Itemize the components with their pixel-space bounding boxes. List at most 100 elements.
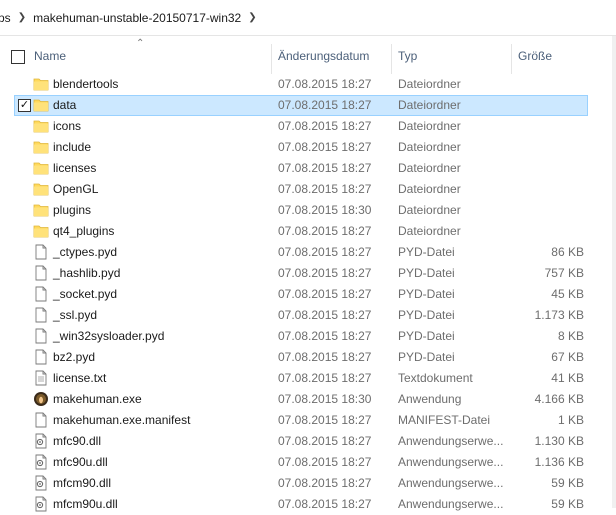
- file-name[interactable]: makehuman.exe: [53, 389, 142, 410]
- file-row[interactable]: include 07.08.2015 18:27 Dateiordner: [0, 137, 616, 158]
- file-icon: [33, 307, 49, 323]
- file-name[interactable]: OpenGL: [53, 179, 98, 200]
- column-header-row: ⌃ Name Änderungsdatum Typ Größe: [0, 36, 616, 74]
- select-all-checkbox[interactable]: [11, 50, 25, 64]
- vertical-scrollbar[interactable]: [612, 36, 616, 508]
- dll-file-icon: [33, 433, 49, 449]
- file-row[interactable]: _ssl.pyd 07.08.2015 18:27 PYD-Datei 1.173 K…: [0, 305, 616, 326]
- file-name[interactable]: qt4_plugins: [53, 221, 114, 242]
- file-size: 59 KB: [551, 476, 584, 490]
- file-row[interactable]: _win32sysloader.pyd 07.08.2015 18:27 PYD-D…: [0, 326, 616, 347]
- file-row[interactable]: license.txt 07.08.2015 18:27 Textdokument 4…: [0, 368, 616, 389]
- breadcrumb-current[interactable]: makehuman-unstable-20150717-win32: [33, 11, 241, 25]
- file-name[interactable]: blendertools: [53, 74, 118, 95]
- file-row[interactable]: makehuman.exe.manifest 07.08.2015 18:27 MA…: [0, 410, 616, 431]
- file-type: Dateiordner: [398, 98, 461, 112]
- file-date: 07.08.2015 18:27: [278, 371, 372, 385]
- file-type: Anwendungserwe...: [398, 455, 504, 469]
- file-row[interactable]: mfcm90.dll 07.08.2015 18:27 Anwendungserwe…: [0, 473, 616, 494]
- file-date: 07.08.2015 18:27: [278, 98, 372, 112]
- chevron-right-icon[interactable]: ❯: [18, 12, 26, 23]
- file-date: 07.08.2015 18:27: [278, 434, 372, 448]
- file-size: 59 KB: [551, 497, 584, 511]
- file-date: 07.08.2015 18:27: [278, 497, 372, 511]
- file-row-selected[interactable]: ✓ data 07.08.2015 18:27 Dateiordner: [0, 95, 616, 116]
- file-row[interactable]: mfc90u.dll 07.08.2015 18:27 Anwendungserwe…: [0, 452, 616, 473]
- text-file-icon: [33, 370, 49, 386]
- file-size: 1.130 KB: [534, 434, 584, 448]
- folder-icon: [33, 97, 49, 113]
- folder-icon: [33, 118, 49, 134]
- file-name[interactable]: _ssl.pyd: [53, 305, 97, 326]
- row-checkbox-checked[interactable]: ✓: [18, 99, 31, 112]
- file-type: Dateiordner: [398, 182, 461, 196]
- file-name[interactable]: mfc90u.dll: [53, 452, 108, 473]
- file-row[interactable]: makehuman.exe 07.08.2015 18:30 Anwendung 4.…: [0, 389, 616, 410]
- file-name[interactable]: icons: [53, 116, 81, 137]
- folder-icon: [33, 76, 49, 92]
- column-header-date[interactable]: Änderungsdatum: [271, 36, 391, 74]
- file-name[interactable]: _hashlib.pyd: [53, 263, 120, 284]
- file-name[interactable]: license.txt: [53, 368, 106, 389]
- file-size: 67 KB: [551, 350, 584, 364]
- chevron-right-icon[interactable]: ❯: [248, 12, 256, 23]
- file-date: 07.08.2015 18:27: [278, 455, 372, 469]
- file-date: 07.08.2015 18:27: [278, 182, 372, 196]
- file-date: 07.08.2015 18:27: [278, 413, 372, 427]
- file-date: 07.08.2015 18:27: [278, 224, 372, 238]
- column-header-size[interactable]: Größe: [511, 36, 601, 74]
- file-size: 8 KB: [557, 329, 584, 343]
- file-row[interactable]: plugins 07.08.2015 18:30 Dateiordner: [0, 200, 616, 221]
- file-name[interactable]: mfc90.dll: [53, 431, 101, 452]
- file-name[interactable]: plugins: [53, 200, 91, 221]
- file-type: Dateiordner: [398, 119, 461, 133]
- file-row[interactable]: icons 07.08.2015 18:27 Dateiordner: [0, 116, 616, 137]
- file-type: Dateiordner: [398, 140, 461, 154]
- file-name[interactable]: _win32sysloader.pyd: [53, 326, 164, 347]
- folder-icon: [33, 181, 49, 197]
- file-name[interactable]: mfcm90.dll: [53, 473, 111, 494]
- file-date: 07.08.2015 18:27: [278, 266, 372, 280]
- file-name[interactable]: bz2.pyd: [53, 347, 95, 368]
- file-date: 07.08.2015 18:27: [278, 329, 372, 343]
- file-size: 4.166 KB: [534, 392, 584, 406]
- file-row[interactable]: licenses 07.08.2015 18:27 Dateiordner: [0, 158, 616, 179]
- file-row[interactable]: qt4_plugins 07.08.2015 18:27 Dateiordner: [0, 221, 616, 242]
- file-icon: [33, 349, 49, 365]
- file-date: 07.08.2015 18:27: [278, 350, 372, 364]
- folder-icon: [33, 139, 49, 155]
- file-name[interactable]: _ctypes.pyd: [53, 242, 117, 263]
- file-type: PYD-Datei: [398, 287, 455, 301]
- file-row[interactable]: _ctypes.pyd 07.08.2015 18:27 PYD-Datei 86 K…: [0, 242, 616, 263]
- file-type: MANIFEST-Datei: [398, 413, 491, 427]
- breadcrumb: ps ❯ makehuman-unstable-20150717-win32 ❯: [0, 0, 616, 36]
- file-row[interactable]: _hashlib.pyd 07.08.2015 18:27 PYD-Datei 757…: [0, 263, 616, 284]
- column-header-type[interactable]: Typ: [391, 36, 511, 74]
- file-date: 07.08.2015 18:27: [278, 287, 372, 301]
- file-row[interactable]: _socket.pyd 07.08.2015 18:27 PYD-Datei 45 K…: [0, 284, 616, 305]
- file-size: 1 KB: [557, 413, 584, 427]
- file-size: 1.173 KB: [534, 308, 584, 322]
- file-type: PYD-Datei: [398, 245, 455, 259]
- file-icon: [33, 244, 49, 260]
- file-row[interactable]: bz2.pyd 07.08.2015 18:27 PYD-Datei 67 KB: [0, 347, 616, 368]
- file-date: 07.08.2015 18:27: [278, 119, 372, 133]
- file-name[interactable]: include: [53, 137, 91, 158]
- file-name[interactable]: licenses: [53, 158, 96, 179]
- file-size: 45 KB: [551, 287, 584, 301]
- file-type: PYD-Datei: [398, 350, 455, 364]
- file-name[interactable]: mfcm90u.dll: [53, 494, 118, 515]
- file-name[interactable]: data: [53, 95, 76, 116]
- file-name[interactable]: _socket.pyd: [53, 284, 117, 305]
- file-size: 41 KB: [551, 371, 584, 385]
- column-header-name[interactable]: Name: [27, 36, 271, 74]
- file-row[interactable]: OpenGL 07.08.2015 18:27 Dateiordner: [0, 179, 616, 200]
- file-row[interactable]: blendertools 07.08.2015 18:27 Dateiordner: [0, 74, 616, 95]
- file-row[interactable]: mfc90.dll 07.08.2015 18:27 Anwendungserwe.…: [0, 431, 616, 452]
- file-type: Dateiordner: [398, 161, 461, 175]
- breadcrumb-parent[interactable]: ps: [0, 11, 11, 25]
- folder-icon: [33, 202, 49, 218]
- file-row[interactable]: mfcm90u.dll 07.08.2015 18:27 Anwendungserw…: [0, 494, 616, 515]
- file-name[interactable]: makehuman.exe.manifest: [53, 410, 190, 431]
- file-type: Textdokument: [398, 371, 473, 385]
